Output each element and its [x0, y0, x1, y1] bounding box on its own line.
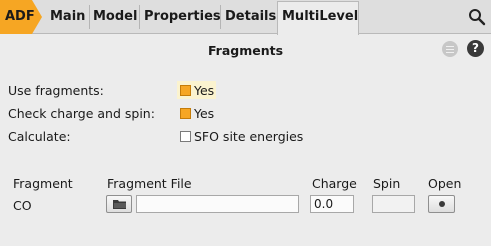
tab-model[interactable]: Model — [93, 9, 137, 24]
tab-adf-label[interactable]: ADF — [5, 9, 35, 24]
folder-icon — [113, 200, 126, 209]
tab-divider — [89, 5, 90, 29]
tab-divider — [220, 5, 221, 29]
tab-main[interactable]: Main — [50, 9, 85, 24]
use-fragments-checkbox[interactable] — [180, 85, 191, 96]
col-fragment-file: Fragment File — [107, 176, 192, 191]
sfo-site-energies-checkbox[interactable] — [180, 131, 191, 142]
search-icon[interactable] — [468, 8, 486, 26]
col-spin: Spin — [373, 176, 401, 191]
col-fragment: Fragment — [13, 176, 73, 191]
tab-divider — [139, 5, 140, 29]
spin-input[interactable] — [372, 195, 415, 213]
check-charge-spin-label: Check charge and spin: — [8, 106, 155, 121]
charge-input[interactable]: 0.0 — [310, 195, 354, 213]
tab-bar: ADF Main Model Properties Details MultiL… — [0, 0, 491, 35]
use-fragments-value[interactable]: Yes — [194, 83, 214, 98]
sfo-site-energies-value[interactable]: SFO site energies — [194, 129, 303, 144]
menu-icon[interactable] — [442, 41, 458, 57]
browse-file-button[interactable] — [106, 195, 132, 213]
tab-multilevel-label[interactable]: MultiLevel — [282, 9, 358, 24]
help-icon[interactable]: ? — [467, 40, 484, 57]
calculate-label: Calculate: — [8, 129, 71, 144]
page-title: Fragments — [207, 43, 284, 58]
col-open: Open — [428, 176, 462, 191]
charge-value: 0.0 — [314, 197, 334, 211]
use-fragments-label: Use fragments: — [8, 83, 104, 98]
open-button[interactable] — [428, 195, 455, 213]
fragment-file-input[interactable] — [136, 195, 299, 213]
col-charge: Charge — [312, 176, 357, 191]
open-dot-icon — [439, 201, 445, 207]
tab-properties[interactable]: Properties — [144, 9, 221, 24]
fragment-name: CO — [13, 198, 32, 213]
check-charge-spin-value[interactable]: Yes — [194, 106, 214, 121]
tab-details[interactable]: Details — [225, 9, 276, 24]
check-charge-spin-checkbox[interactable] — [180, 108, 191, 119]
